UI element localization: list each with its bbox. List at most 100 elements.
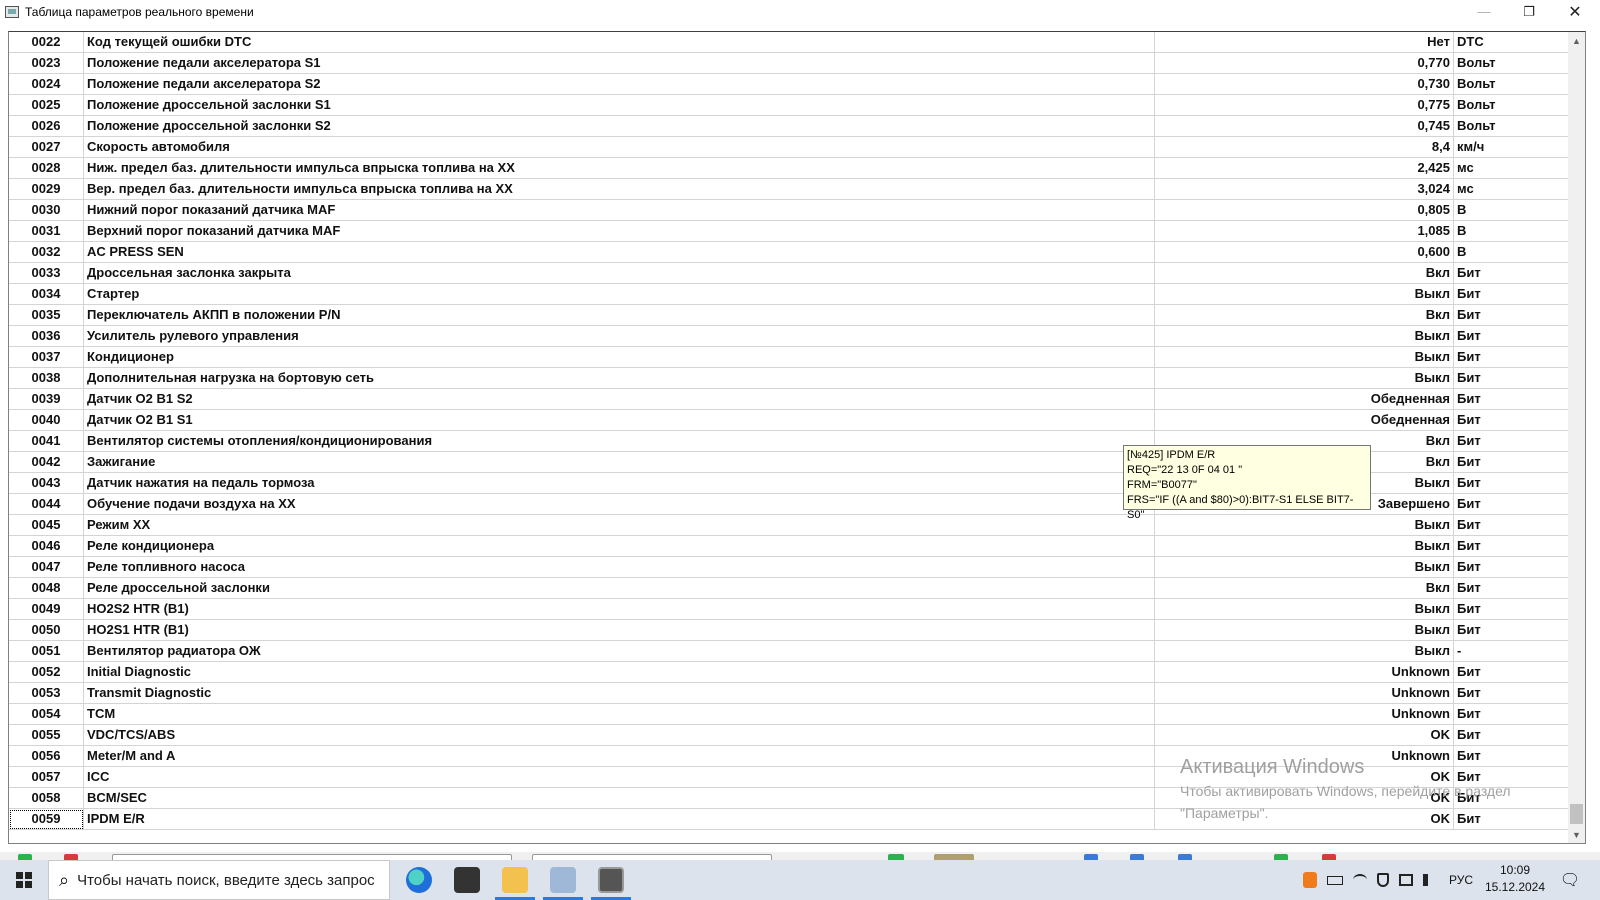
row-id-cell: 0031 <box>9 221 84 242</box>
device-icon[interactable] <box>1399 874 1413 886</box>
watermark-line-2: "Параметры". <box>1180 805 1269 821</box>
row-value-cell: Выкл <box>1155 599 1454 620</box>
vertical-scrollbar[interactable]: ▲ ▼ <box>1568 32 1585 843</box>
row-id-cell: 0054 <box>9 704 84 725</box>
table-row[interactable]: 0033 Дроссельная заслонка закрыта Вкл Бит <box>9 263 1574 284</box>
row-name-cell: HO2S1 HTR (B1) <box>84 620 1155 641</box>
row-value-cell: 0,730 <box>1155 74 1454 95</box>
table-row[interactable]: 0035 Переключатель АКПП в положении P/N Вк… <box>9 305 1574 326</box>
app-window-icon <box>5 5 19 18</box>
row-id-cell: 0032 <box>9 242 84 263</box>
row-value-cell: Выкл <box>1155 368 1454 389</box>
table-row[interactable]: 0028 Ниж. предел баз. длительности импуль… <box>9 158 1574 179</box>
diagnostic-app-icon[interactable] <box>587 860 635 900</box>
table-row[interactable]: 0052 Initial Diagnostic Unknown Бит <box>9 662 1574 683</box>
row-value-cell: 1,085 <box>1155 221 1454 242</box>
row-name-cell: Кондиционер <box>84 347 1155 368</box>
table-row[interactable]: 0039 Датчик O2 B1 S2 Обедненная Бит <box>9 389 1574 410</box>
row-name-cell: Реле кондиционера <box>84 536 1155 557</box>
table-row[interactable]: 0029 Вер. предел баз. длительности импуль… <box>9 179 1574 200</box>
row-value-cell: 3,024 <box>1155 179 1454 200</box>
row-id-cell: 0023 <box>9 53 84 74</box>
taskbar-search[interactable]: ⌕ Чтобы начать поиск, введите здесь запр… <box>48 860 390 900</box>
table-row[interactable]: 0050 HO2S1 HTR (B1) Выкл Бит <box>9 620 1574 641</box>
table-row[interactable]: 0032 AC PRESS SEN 0,600 В <box>9 242 1574 263</box>
table-row[interactable]: 0053 Transmit Diagnostic Unknown Бит <box>9 683 1574 704</box>
file-explorer-icon[interactable] <box>491 860 539 900</box>
scrollbar-thumb[interactable] <box>1570 804 1583 824</box>
table-row[interactable]: 0046 Реле кондиционера Выкл Бит <box>9 536 1574 557</box>
notification-center-button[interactable]: 🗨 <box>1556 868 1584 892</box>
row-unit-cell: Бит <box>1454 389 1574 410</box>
table-row[interactable]: 0030 Нижний порог показаний датчика MAF 0,… <box>9 200 1574 221</box>
language-indicator[interactable]: РУС <box>1449 873 1473 887</box>
table-row[interactable]: 0047 Реле топливного насоса Выкл Бит <box>9 557 1574 578</box>
close-button[interactable]: ✕ <box>1552 0 1598 23</box>
security-icon[interactable] <box>1377 873 1389 887</box>
row-name-cell: Нижний порог показаний датчика MAF <box>84 200 1155 221</box>
parameter-table[interactable]: 0022 Код текущей ошибки DTC Нет DTC 0023 Поло… <box>8 31 1586 844</box>
row-value-cell: Вкл <box>1155 263 1454 284</box>
table-row[interactable]: 0055 VDC/TCS/ABS OK Бит <box>9 725 1574 746</box>
table-row[interactable]: 0051 Вентилятор радиатора ОЖ Выкл - <box>9 641 1574 662</box>
row-unit-cell: Бит <box>1454 326 1574 347</box>
row-id-cell: 0027 <box>9 137 84 158</box>
table-row[interactable]: 0048 Реле дроссельной заслонки Вкл Бит <box>9 578 1574 599</box>
table-row[interactable]: 0040 Датчик O2 B1 S1 Обедненная Бит <box>9 410 1574 431</box>
table-row[interactable]: 0022 Код текущей ошибки DTC Нет DTC <box>9 32 1574 53</box>
row-unit-cell: В <box>1454 242 1574 263</box>
table-row[interactable]: 0023 Положение педали акселератора S1 0,77… <box>9 53 1574 74</box>
paint-icon[interactable] <box>539 860 587 900</box>
scroll-down-button[interactable]: ▼ <box>1568 826 1585 843</box>
table-rows: 0022 Код текущей ошибки DTC Нет DTC 0023 Поло… <box>9 32 1574 830</box>
network-icon[interactable] <box>1353 874 1367 886</box>
row-value-cell: Выкл <box>1155 347 1454 368</box>
clock-date: 15.12.2024 <box>1484 880 1546 894</box>
row-id-cell: 0055 <box>9 725 84 746</box>
row-value-cell: 8,4 <box>1155 137 1454 158</box>
table-row[interactable]: 0037 Кондиционер Выкл Бит <box>9 347 1574 368</box>
row-id-cell: 0044 <box>9 494 84 515</box>
table-row[interactable]: 0038 Дополнительная нагрузка на бортовую … <box>9 368 1574 389</box>
row-name-cell: Датчик нажатия на педаль тормоза <box>84 473 1155 494</box>
row-id-cell: 0043 <box>9 473 84 494</box>
row-unit-cell: Бит <box>1454 347 1574 368</box>
minimize-button[interactable]: — <box>1461 0 1507 23</box>
start-button[interactable] <box>0 860 48 900</box>
row-unit-cell: Вольт <box>1454 116 1574 137</box>
table-row[interactable]: 0049 HO2S2 HTR (B1) Выкл Бит <box>9 599 1574 620</box>
row-unit-cell: Бит <box>1454 620 1574 641</box>
battery-icon[interactable] <box>1327 875 1343 885</box>
row-id-cell: 0036 <box>9 326 84 347</box>
row-value-cell: Нет <box>1155 32 1454 53</box>
watermark-line-1: Чтобы активировать Windows, перейдите в … <box>1180 783 1511 799</box>
row-id-cell: 0056 <box>9 746 84 767</box>
row-name-cell: VDC/TCS/ABS <box>84 725 1155 746</box>
row-name-cell: Transmit Diagnostic <box>84 683 1155 704</box>
row-unit-cell: Бит <box>1454 263 1574 284</box>
table-row[interactable]: 0054 TCM Unknown Бит <box>9 704 1574 725</box>
restore-button[interactable]: ❐ <box>1506 0 1552 23</box>
row-value-cell: Выкл <box>1155 641 1454 662</box>
edge-icon[interactable] <box>395 860 443 900</box>
row-id-cell: 0038 <box>9 368 84 389</box>
table-row[interactable]: 0024 Положение педали акселератора S2 0,73… <box>9 74 1574 95</box>
activation-watermark: Активация Windows Чтобы активировать Win… <box>1180 756 1511 823</box>
scroll-up-button[interactable]: ▲ <box>1568 32 1585 49</box>
table-row[interactable]: 0034 Стартер Выкл Бит <box>9 284 1574 305</box>
clock[interactable]: 10:09 15.12.2024 <box>1480 862 1550 896</box>
row-id-cell: 0051 <box>9 641 84 662</box>
table-row[interactable]: 0026 Положение дроссельной заслонки S2 0,7… <box>9 116 1574 137</box>
table-row[interactable]: 0031 Верхний порог показаний датчика MAF 1… <box>9 221 1574 242</box>
row-id-cell: 0024 <box>9 74 84 95</box>
notification-app-icon[interactable] <box>1303 872 1317 888</box>
volume-icon[interactable] <box>1423 874 1437 886</box>
table-row[interactable]: 0027 Скорость автомобиля 8,4 км/ч <box>9 137 1574 158</box>
table-row[interactable]: 0036 Усилитель рулевого управления Выкл Бит <box>9 326 1574 347</box>
row-unit-cell: Бит <box>1454 452 1574 473</box>
table-row[interactable]: 0025 Положение дроссельной заслонки S1 0,7… <box>9 95 1574 116</box>
app-icon[interactable] <box>443 860 491 900</box>
row-id-cell: 0030 <box>9 200 84 221</box>
row-id-cell: 0026 <box>9 116 84 137</box>
row-name-cell: Датчик O2 B1 S2 <box>84 389 1155 410</box>
